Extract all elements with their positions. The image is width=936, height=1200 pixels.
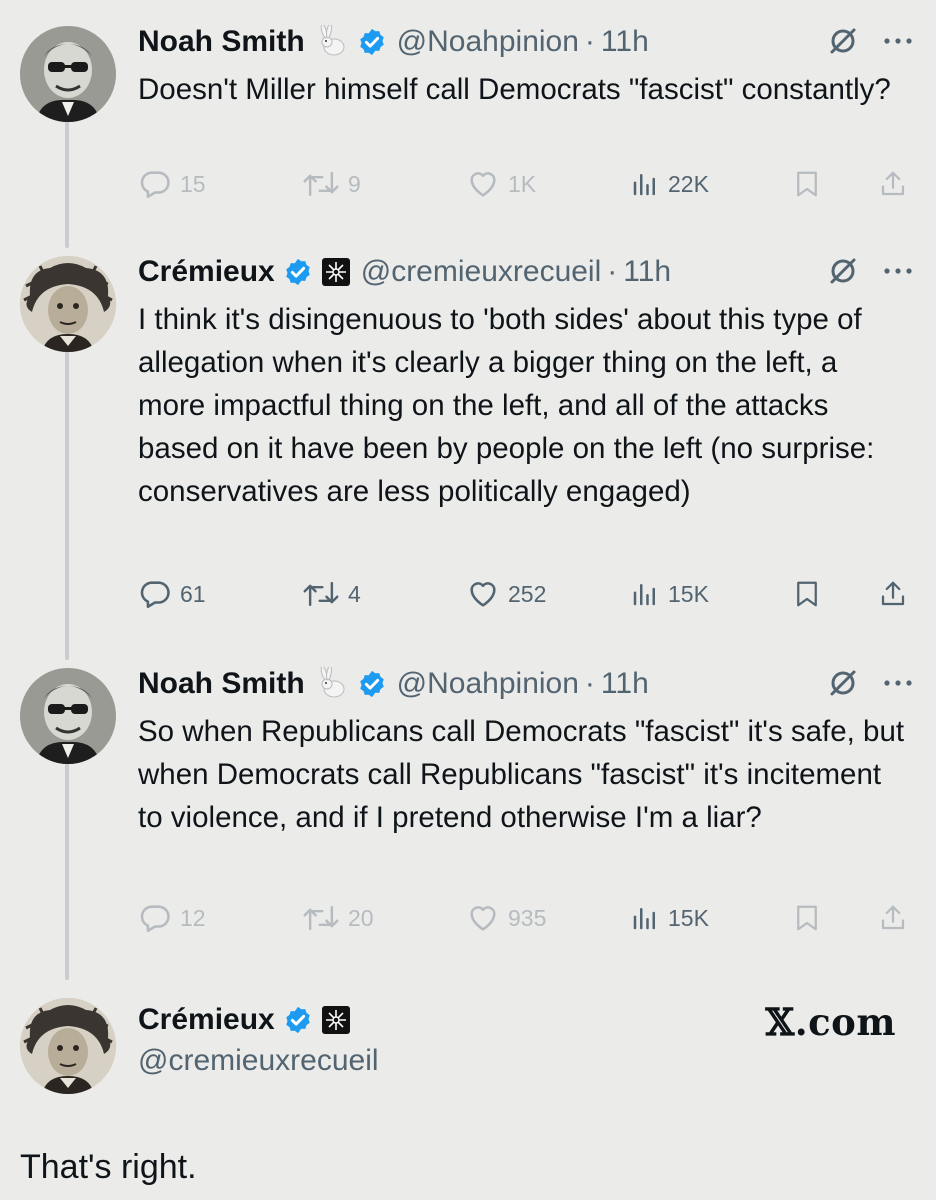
retweet-icon [303,581,339,607]
views-count: 22K [668,170,709,197]
retweet-button[interactable]: 20 [302,898,374,938]
tweet-header: Noah Smith @Noahpinion · 11h [138,20,649,64]
verified-badge-icon[interactable] [283,1005,313,1035]
author-handle[interactable]: @Noahpinion [397,667,579,701]
timestamp[interactable]: 11h [623,255,671,289]
avatar[interactable] [20,256,116,352]
reply-count: 61 [180,580,206,607]
more-icon[interactable] [882,256,914,291]
reply-button[interactable]: 12 [138,898,206,938]
author-handle[interactable]: @cremieuxrecueil [138,1044,379,1078]
reply-button[interactable]: 15 [138,164,206,204]
tweet-header: Noah Smith @Noahpinion · 11h [138,662,649,706]
retweet-count: 9 [348,170,361,197]
tweet-text: Doesn't Miller himself call Democrats "f… [138,73,891,106]
reply-button[interactable]: 61 [138,574,206,614]
retweet-count: 4 [348,580,361,607]
bookmark-button[interactable] [792,164,822,204]
x-brand-logo: 𝕏.com [765,1000,896,1044]
author-name[interactable]: Crémieux [138,255,275,289]
like-button[interactable]: 252 [466,574,546,614]
more-icon[interactable] [882,668,914,703]
separator-dot: · [584,25,595,58]
views-count: 15K [668,580,709,607]
tweet-2[interactable]: Crémieux @cremieuxrecueil · 11h I think … [0,250,936,630]
share-icon [881,171,905,196]
like-icon [470,906,496,931]
share-button[interactable] [878,898,908,938]
action-bar: 12 20 935 15K [138,898,918,938]
tweet-text: I think it's disingenuous to 'both sides… [138,303,875,508]
retweet-count: 20 [348,904,374,931]
bookmark-button[interactable] [792,574,822,614]
verified-badge-icon[interactable] [357,669,387,699]
tweet-3[interactable]: Noah Smith @Noahpinion · 11h So when Rep… [0,662,936,942]
reply-icon [140,905,170,933]
avatar[interactable] [20,668,116,764]
action-bar: 15 9 1K 22K [138,164,918,204]
grok-icon[interactable] [828,256,858,291]
share-icon [881,581,905,606]
verified-badge-icon[interactable] [357,27,387,57]
retweet-button[interactable]: 9 [302,164,361,204]
reply-count: 15 [180,170,206,197]
tweet-1[interactable]: Noah Smith @Noahpinion · 11h Doesn't Mil… [0,20,936,220]
like-button[interactable]: 1K [466,164,536,204]
separator-dot: · [607,255,618,288]
verified-badge-icon[interactable] [283,257,313,287]
like-count: 1K [508,170,537,197]
share-button[interactable] [878,574,908,614]
views-button[interactable]: 15K [630,898,709,938]
author-handle[interactable]: @cremieuxrecueil [361,255,602,289]
rabbit-emoji-icon [315,25,349,59]
tweet-text: So when Republicans call Democrats "fasc… [138,715,905,834]
author-name[interactable]: Noah Smith [138,667,305,701]
like-count: 935 [508,904,547,931]
separator-dot: · [584,667,595,700]
more-icon[interactable] [882,26,914,61]
like-icon [470,172,496,197]
like-button[interactable]: 935 [466,898,546,938]
like-icon [470,582,496,607]
action-bar: 61 4 252 15K [138,574,918,614]
retweet-icon [303,905,339,931]
reply-icon [140,171,170,199]
reply-icon [140,581,170,609]
post-text: That's right. [20,1148,197,1186]
share-button[interactable] [878,164,908,204]
author-name[interactable]: Noah Smith [138,25,305,59]
views-icon [633,174,655,196]
retweet-icon [303,171,339,197]
views-icon [633,584,655,606]
author-name[interactable]: Crémieux [138,1003,275,1037]
views-count: 15K [668,904,709,931]
views-icon [633,908,655,930]
timestamp[interactable]: 11h [601,25,649,59]
share-icon [881,905,905,930]
author-handle[interactable]: @Noahpinion [397,25,579,59]
tweet-header: Crémieux @cremieuxrecueil · 11h [138,250,671,294]
bookmark-button[interactable] [792,898,822,938]
rabbit-emoji-icon [315,667,349,701]
timestamp[interactable]: 11h [601,667,649,701]
like-count: 252 [508,580,547,607]
grok-icon[interactable] [828,668,858,703]
bookmark-icon [797,905,817,931]
reply-count: 12 [180,904,206,931]
avatar[interactable] [20,26,116,122]
grok-icon[interactable] [828,26,858,61]
affiliate-badge-icon[interactable] [321,1005,351,1035]
bookmark-icon [797,581,817,607]
affiliate-badge-icon[interactable] [321,257,351,287]
views-button[interactable]: 22K [630,164,709,204]
views-button[interactable]: 15K [630,574,709,614]
bookmark-icon [797,171,817,197]
retweet-button[interactable]: 4 [302,574,361,614]
avatar[interactable] [20,998,116,1094]
final-header: Crémieux [138,998,351,1042]
